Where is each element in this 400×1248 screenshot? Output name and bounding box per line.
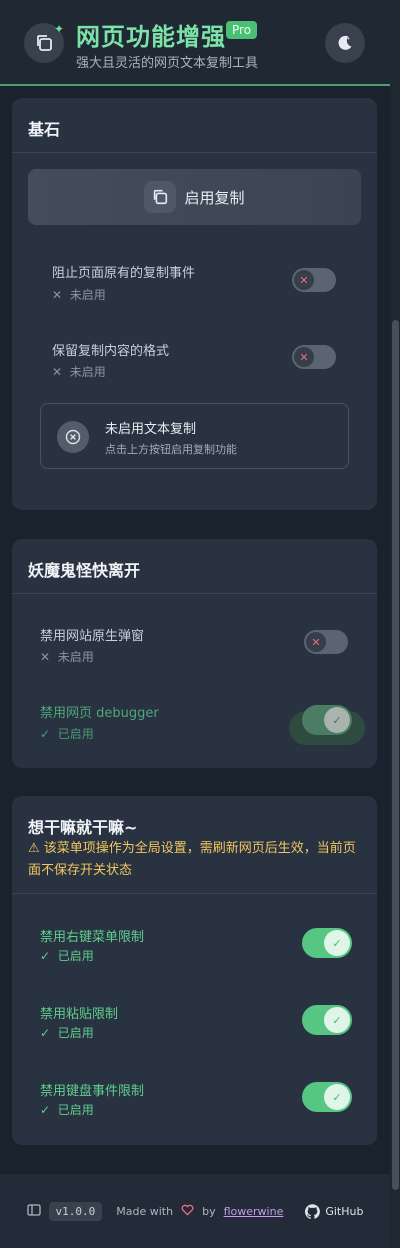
section-global: 想干嘛就干嘛~ ⚠ 该菜单项操作为全局设置，需刷新网页后生效，当前页面不保存开关… [12, 796, 377, 1145]
check-icon: ✓ [324, 1007, 350, 1033]
x-icon: ✕ [306, 632, 326, 652]
divider [12, 152, 377, 153]
divider [12, 593, 377, 594]
option-label: 禁用网页 debugger [40, 706, 159, 721]
x-icon: ✕ [52, 365, 63, 379]
check-icon: ✓ [40, 1103, 51, 1117]
check-icon: ✓ [324, 707, 350, 733]
github-icon [305, 1203, 321, 1219]
option-status: ✓ 已启用 [40, 1103, 94, 1117]
sparkle-icon: ✦ [54, 22, 65, 36]
info-title: 未启用文本复制 [105, 422, 197, 437]
option-status: ✓ 已启用 [40, 949, 94, 963]
theme-toggle-button[interactable] [325, 23, 365, 63]
section-basic: 基石 启用复制 阻止页面原有的复制事件 ✕ 未启用 ✕ 保留复制内容的格式 ✕ … [12, 98, 377, 510]
section-popups: 妖魔鬼怪快离开 禁用网站原生弹窗 ✕ 未启用 ✕ 禁用网页 debugger ✓… [12, 539, 377, 768]
check-icon: ✓ [324, 1084, 350, 1110]
copy-icon [144, 181, 177, 213]
toggle-keep-format[interactable]: ✕ [292, 345, 336, 369]
option-status: ✓ 已启用 [40, 727, 94, 741]
section-title: 妖魔鬼怪快离开 [28, 561, 141, 580]
enable-copy-label: 启用复制 [184, 188, 245, 207]
heart-icon [181, 1204, 194, 1219]
check-icon: ✓ [40, 949, 51, 963]
sidebar-icon [26, 1203, 41, 1219]
moon-icon [338, 35, 352, 50]
option-status: ✕ 未启用 [40, 650, 94, 664]
footer: v1.0.0 Made with by flowerwine GitHub [0, 1174, 390, 1248]
section-title: 基石 [28, 120, 61, 139]
author-link[interactable]: flowerwine [224, 1205, 284, 1218]
toggle-prevent-copy-event[interactable]: ✕ [292, 268, 336, 292]
info-subtitle: 点击上方按钮启用复制功能 [105, 443, 237, 456]
global-warning: ⚠ 该菜单项操作为全局设置，需刷新网页后生效，当前页面不保存开关状态 [28, 841, 356, 878]
github-link[interactable]: GitHub [305, 1203, 363, 1219]
toggle-disable-paste-limit[interactable]: ✓ [302, 1005, 352, 1035]
toggle-disable-native-popups[interactable]: ✕ [304, 630, 348, 654]
option-label: 阻止页面原有的复制事件 [52, 266, 196, 281]
scrollbar[interactable] [390, 0, 400, 1248]
x-icon: ✕ [294, 347, 314, 367]
check-icon: ✓ [324, 930, 350, 956]
option-status: ✕ 未启用 [52, 288, 106, 302]
header: ✦ 网页功能增强 Pro 强大且灵活的网页文本复制工具 [0, 0, 390, 86]
enable-copy-button[interactable]: 启用复制 [28, 169, 361, 225]
by-text: by [202, 1204, 216, 1218]
made-with-text: Made with [116, 1204, 174, 1218]
option-label: 禁用粘贴限制 [40, 1007, 119, 1022]
check-icon: ✓ [40, 1026, 51, 1040]
pro-badge: Pro [226, 21, 258, 39]
section-title: 想干嘛就干嘛~ [28, 818, 138, 837]
app-subtitle: 强大且灵活的网页文本复制工具 [76, 56, 259, 71]
option-status: ✕ 未启用 [52, 365, 106, 379]
toggle-disable-debugger[interactable]: ✓ [302, 705, 352, 735]
scrollbar-thumb[interactable] [392, 320, 399, 1190]
check-icon: ✓ [40, 727, 51, 741]
option-label: 禁用网站原生弹窗 [40, 629, 145, 644]
option-label: 保留复制内容的格式 [52, 344, 170, 359]
toggle-disable-keyboard-limit[interactable]: ✓ [302, 1082, 352, 1112]
x-icon: ✕ [52, 288, 63, 302]
x-icon: ✕ [40, 650, 51, 664]
version-badge: v1.0.0 [48, 1201, 103, 1221]
warning-icon: ⚠ [28, 841, 40, 856]
x-icon: ✕ [294, 270, 314, 290]
app-title: 网页功能增强 [76, 23, 226, 51]
toggle-disable-context-menu[interactable]: ✓ [302, 928, 352, 958]
option-label: 禁用右键菜单限制 [40, 930, 145, 945]
copy-status-info: 未启用文本复制 点击上方按钮启用复制功能 [40, 403, 349, 469]
divider [12, 893, 377, 894]
x-circle-icon [57, 421, 89, 453]
option-status: ✓ 已启用 [40, 1026, 94, 1040]
option-label: 禁用键盘事件限制 [40, 1084, 145, 1099]
